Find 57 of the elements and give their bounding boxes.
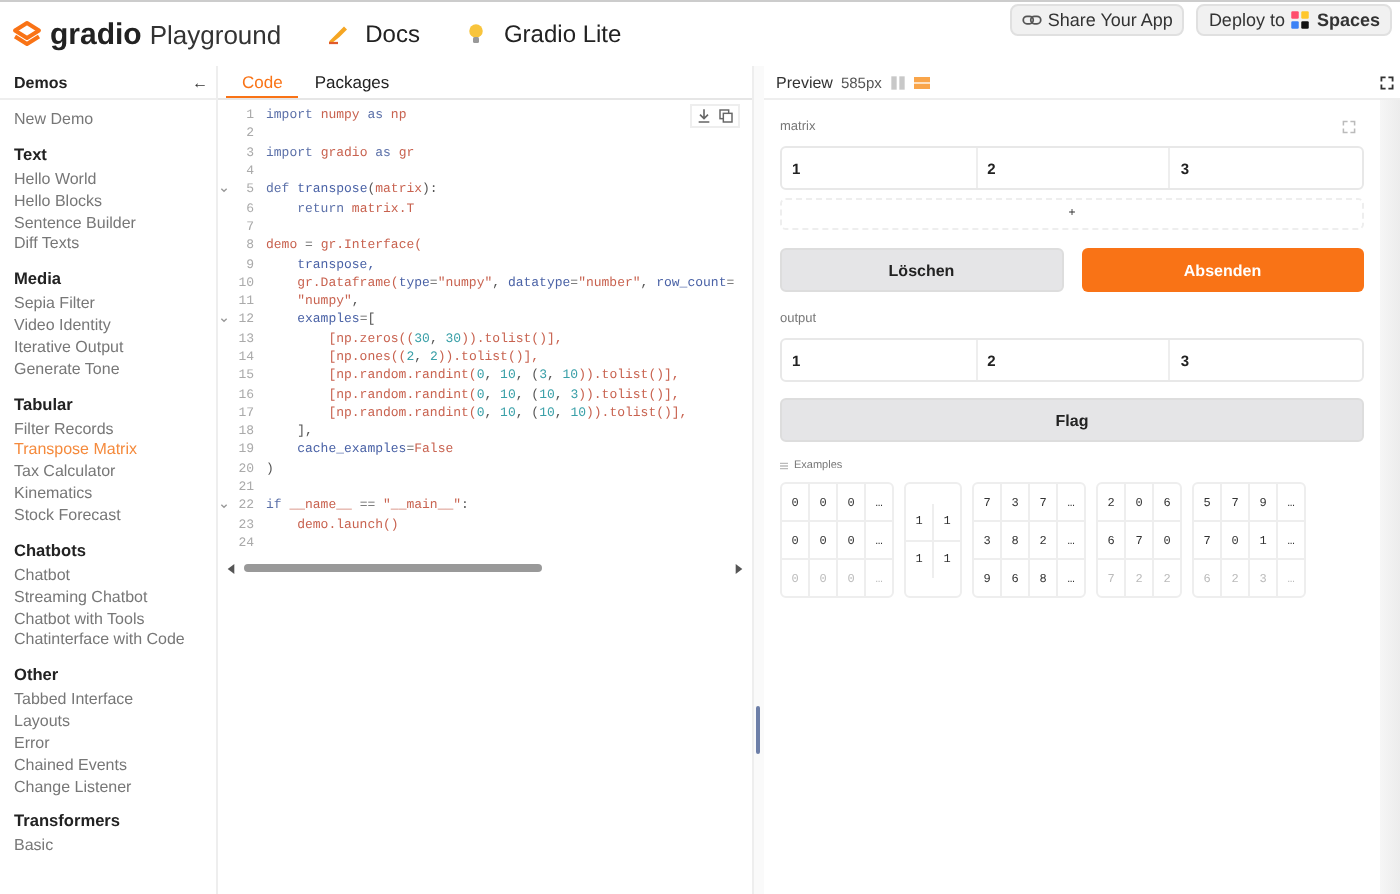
demo-link[interactable]: Chatbot with Tools xyxy=(14,609,145,631)
section-heading: Transformers xyxy=(14,810,121,831)
light-bulb-icon xyxy=(463,22,488,46)
gradio-logo-icon xyxy=(12,19,42,49)
section-heading: Media xyxy=(14,268,62,289)
demo-link[interactable]: Transpose Matrix xyxy=(14,440,137,463)
resize-handle[interactable] xyxy=(756,706,760,754)
demo-link[interactable]: Stock Forecast xyxy=(14,505,121,528)
demo-link[interactable]: Streaming Chatbot xyxy=(14,587,148,609)
spaces-logo-icon xyxy=(1290,10,1311,30)
link-icon xyxy=(1021,10,1042,30)
demo-link[interactable]: Generate Tone xyxy=(14,359,120,382)
nav-link[interactable]: Docs xyxy=(325,20,420,48)
action-button[interactable]: Löschen xyxy=(780,248,1063,292)
rows-layout-icon[interactable] xyxy=(913,75,930,89)
section-heading: Other xyxy=(14,664,59,685)
scroll-right-icon[interactable] xyxy=(734,563,744,574)
copy-icon[interactable] xyxy=(718,108,734,124)
brand-name: gradio xyxy=(50,17,142,51)
sidebar-title: Demos xyxy=(14,73,68,91)
demo-link[interactable]: Video Identity xyxy=(14,316,111,338)
section-heading: Tabular xyxy=(14,393,73,414)
demo-link[interactable]: Change Listener xyxy=(14,777,132,799)
flag-button[interactable]: Flag xyxy=(780,398,1364,442)
demo-link[interactable]: Kinematics xyxy=(14,484,93,506)
new-demo-link[interactable]: New Demo xyxy=(14,110,94,132)
section-heading: Text xyxy=(14,143,47,164)
demo-link[interactable]: Tax Calculator xyxy=(14,462,116,485)
section-heading: Chatbots xyxy=(14,539,86,560)
preview-title: Preview xyxy=(776,73,833,91)
demo-link[interactable]: Error xyxy=(14,733,50,756)
demo-link[interactable]: Tabbed Interface xyxy=(14,690,134,713)
action-button[interactable]: Absenden xyxy=(1081,248,1364,292)
deploy-button[interactable]: Deploy to Spaces xyxy=(1196,4,1392,36)
demo-link[interactable]: Chatinterface with Code xyxy=(14,630,185,653)
demo-link[interactable]: Hello Blocks xyxy=(14,191,103,214)
collapse-button[interactable]: ← xyxy=(192,73,208,91)
editor-tab[interactable]: Code xyxy=(226,66,299,98)
brand-subtitle: Playground xyxy=(149,19,282,49)
download-icon[interactable] xyxy=(696,108,712,124)
demo-link[interactable]: Sepia Filter xyxy=(14,294,95,317)
demo-link[interactable]: Iterative Output xyxy=(14,337,124,360)
scroll-left-icon[interactable] xyxy=(226,563,236,574)
nav-link[interactable]: Gradio Lite xyxy=(463,20,622,48)
demo-link[interactable]: Basic xyxy=(14,836,54,859)
fullscreen-icon[interactable] xyxy=(1380,75,1394,89)
demo-link[interactable]: Chained Events xyxy=(14,755,127,778)
demo-link[interactable]: Hello World xyxy=(14,169,97,192)
list-icon xyxy=(780,462,788,470)
demo-link[interactable]: Filter Records xyxy=(14,419,114,441)
share-button[interactable]: Share Your App xyxy=(1009,4,1185,36)
demo-link[interactable]: Layouts xyxy=(14,712,71,734)
demo-link[interactable]: Chatbot xyxy=(14,565,71,588)
columns-layout-icon[interactable] xyxy=(889,75,906,89)
demo-link[interactable]: Sentence Builder xyxy=(14,213,136,235)
demo-link[interactable]: Diff Texts xyxy=(14,234,80,257)
editor-tab[interactable]: Packages xyxy=(298,66,406,98)
